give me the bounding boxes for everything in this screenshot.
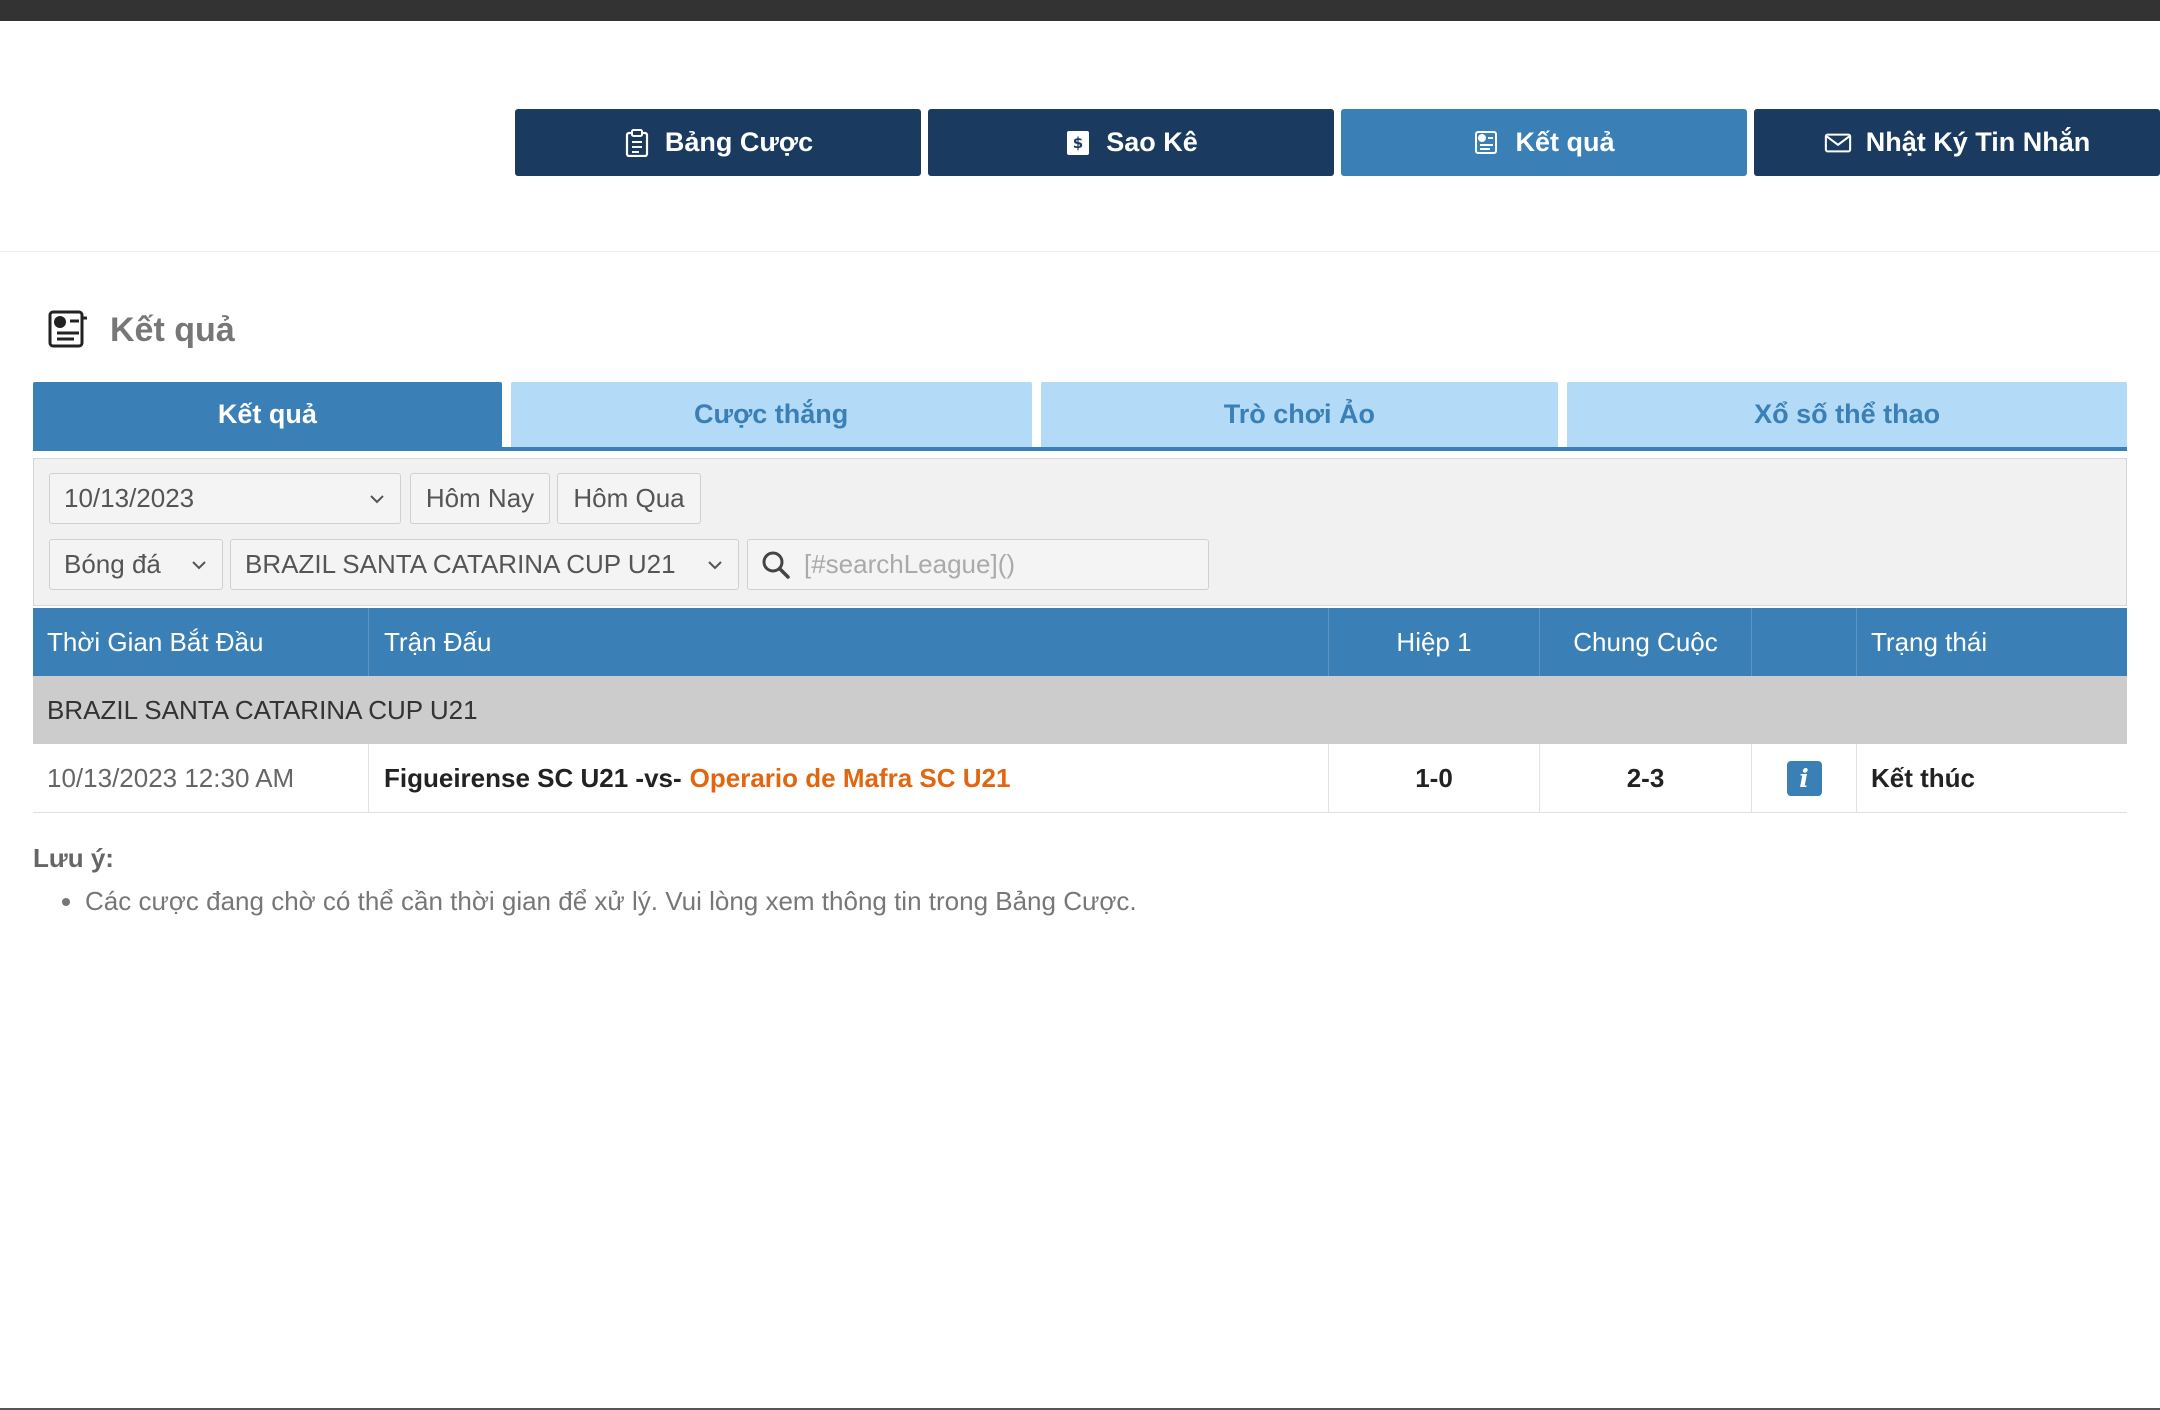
- info-cell: i: [1752, 744, 1857, 812]
- sport-value: Bóng đá: [64, 549, 161, 579]
- status-cell: Kết thúc: [1871, 762, 1975, 793]
- section-header: Kết quả: [46, 308, 235, 352]
- header-status[interactable]: Trạng thái: [1857, 608, 2127, 676]
- yesterday-button[interactable]: Hôm Qua: [557, 473, 701, 524]
- league-group-row: BRAZIL SANTA CATARINA CUP U21: [33, 676, 2127, 744]
- fulltime-score: 2-3: [1540, 744, 1752, 812]
- page-title: Kết quả: [110, 310, 235, 349]
- league-select[interactable]: BRAZIL SANTA CATARINA CUP U21: [230, 539, 739, 590]
- nav-bet-list-button[interactable]: Bảng Cược: [515, 109, 921, 176]
- filter-panel: 10/13/2023 Hôm Nay Hôm Qua Bóng đá BRAZI…: [33, 458, 2127, 606]
- nav-label: Kết quả: [1515, 127, 1615, 157]
- results-table: Thời Gian Bắt Đầu Trận Đấu Hiệp 1 Chung …: [33, 608, 2127, 813]
- date-value: 10/13/2023: [64, 483, 195, 513]
- chevron-down-icon: [192, 561, 206, 570]
- match-cell: Figueirense SC U21 -vs- Operario de Mafr…: [369, 744, 1329, 812]
- header-start-time[interactable]: Thời Gian Bắt Đầu: [33, 608, 369, 676]
- nav-label: Sao Kê: [1106, 127, 1198, 157]
- svg-text:$: $: [1073, 134, 1083, 152]
- league-search-box: [747, 539, 1209, 590]
- nav-label: Bảng Cược: [664, 127, 814, 157]
- search-input[interactable]: [804, 549, 1194, 580]
- statement-icon: $: [1064, 129, 1092, 157]
- top-nav: Bảng Cược $ Sao Kê Kết quả Nhật Ký Tin N…: [515, 109, 2160, 176]
- results-icon: [1473, 129, 1501, 157]
- chevron-down-icon: [370, 495, 384, 504]
- info-icon[interactable]: i: [1786, 760, 1822, 796]
- header-half1[interactable]: Hiệp 1: [1329, 608, 1540, 676]
- away-team: Operario de Mafra SC U21: [689, 762, 1011, 793]
- half1-score: 1-0: [1329, 744, 1540, 812]
- results-icon: [46, 308, 90, 352]
- note-section: Lưu ý: Các cược đang chờ có thể cần thời…: [33, 843, 1137, 917]
- note-item: Các cược đang chờ có thể cần thời gian đ…: [85, 886, 1137, 917]
- tab-sports-lottery[interactable]: Xổ số thể thao: [1567, 382, 2127, 447]
- search-icon: [762, 551, 790, 579]
- browser-top-bar: [0, 0, 2160, 21]
- nav-message-log-button[interactable]: Nhật Ký Tin Nhắn: [1754, 109, 2160, 176]
- start-time-cell: 10/13/2023 12:30 AM: [33, 744, 369, 812]
- nav-results-button[interactable]: Kết quả: [1341, 109, 1747, 176]
- table-header: Thời Gian Bắt Đầu Trận Đấu Hiệp 1 Chung …: [33, 608, 2127, 676]
- note-label: Lưu ý:: [33, 843, 114, 873]
- tab-virtual-games[interactable]: Trò chơi Ảo: [1040, 382, 1559, 447]
- nav-divider: [0, 251, 2160, 252]
- home-team: Figueirense SC U21 -vs-: [384, 762, 682, 793]
- header-match[interactable]: Trận Đấu: [369, 608, 1329, 676]
- header-info: [1752, 608, 1857, 676]
- league-value: BRAZIL SANTA CATARINA CUP U21: [245, 549, 676, 579]
- sport-select[interactable]: Bóng đá: [49, 539, 223, 590]
- table-row: 10/13/2023 12:30 AM Figueirense SC U21 -…: [33, 744, 2127, 813]
- date-select[interactable]: 10/13/2023: [49, 473, 401, 524]
- nav-label: Nhật Ký Tin Nhắn: [1865, 127, 2091, 157]
- nav-statement-button[interactable]: $ Sao Kê: [928, 109, 1334, 176]
- header-fulltime[interactable]: Chung Cuộc: [1540, 608, 1752, 676]
- results-tabs: Kết quả Cược thắng Trò chơi Ảo Xổ số thể…: [33, 382, 2127, 451]
- clipboard-icon: [623, 128, 651, 157]
- note-list: Các cược đang chờ có thể cần thời gian đ…: [33, 886, 1137, 917]
- tab-winning-bets[interactable]: Cược thắng: [510, 382, 1032, 447]
- tab-results[interactable]: Kết quả: [33, 382, 502, 447]
- mail-icon: [1824, 129, 1852, 157]
- today-button[interactable]: Hôm Nay: [410, 473, 550, 524]
- chevron-down-icon: [708, 561, 722, 570]
